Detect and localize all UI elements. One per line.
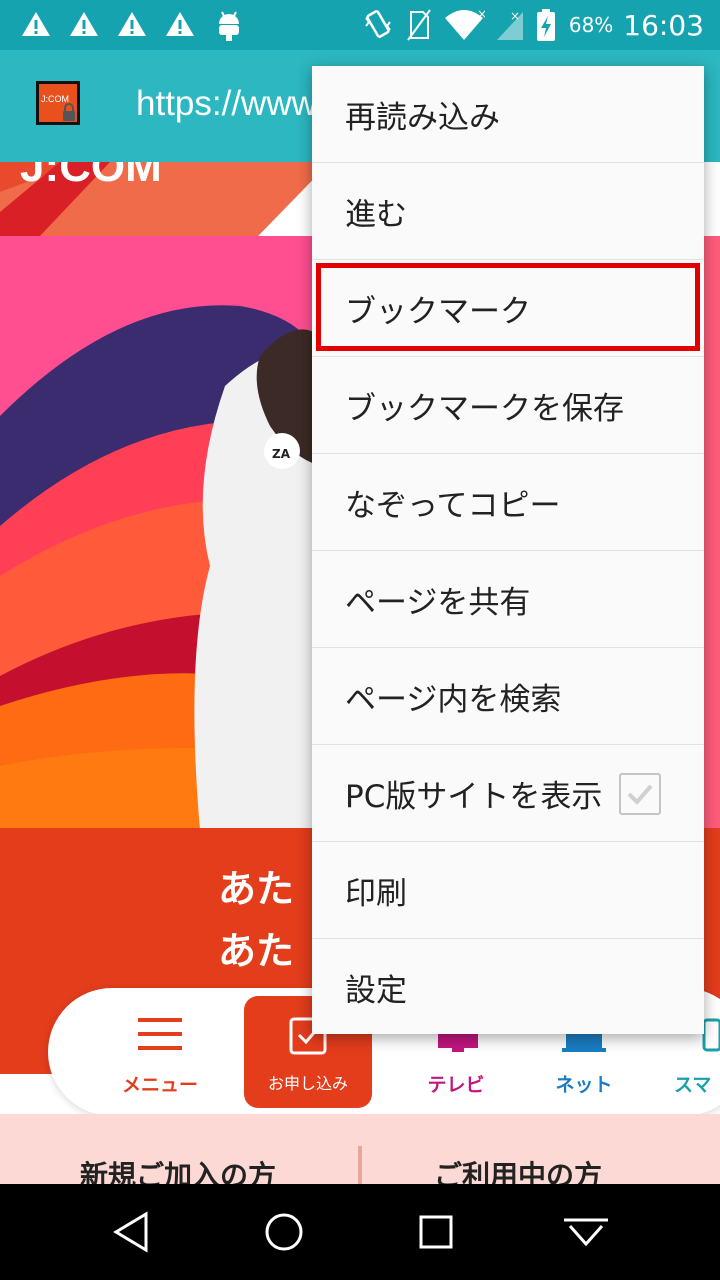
promo-headline-line1: あた [218, 867, 295, 911]
svg-text:×: × [477, 8, 485, 21]
nav-menu-label: メニュー [121, 1074, 198, 1096]
battery-percent: 68% [568, 13, 614, 37]
status-bar: × × 68% 16:03 [0, 0, 720, 50]
signal-icon: × [496, 9, 523, 40]
menu-item-label: 再読み込み [345, 99, 500, 136]
nav-smartphone-label: スマ [674, 1074, 712, 1096]
hamburger-menu-icon [138, 1018, 182, 1050]
menu-item-label: ページ内を検索 [345, 681, 562, 718]
system-nav-bar [0, 1184, 720, 1280]
menu-item-save-bookmark[interactable]: ブックマークを保存 [312, 357, 704, 454]
tab-divider [358, 1146, 362, 1184]
nav-net-label: ネット [555, 1074, 613, 1096]
svg-text:ZA: ZA [272, 447, 291, 461]
promo-headline-line2: あた [218, 929, 295, 973]
menu-item-label: ページを共有 [345, 584, 531, 621]
menu-item-share-page[interactable]: ページを共有 [312, 551, 704, 648]
svg-text:×: × [510, 9, 520, 23]
recent-apps-icon[interactable] [412, 1208, 460, 1256]
back-icon[interactable] [108, 1208, 156, 1256]
site-favicon[interactable]: J:COM [36, 81, 80, 125]
menu-item-reload[interactable]: 再読み込み [312, 66, 704, 163]
no-sim-icon [407, 9, 431, 41]
lock-icon [63, 103, 75, 121]
menu-item-desktop-site[interactable]: PC版サイトを表示 [312, 745, 704, 842]
menu-item-label: 設定 [345, 973, 407, 1009]
warning-icon [70, 12, 98, 36]
clock: 16:03 [623, 8, 704, 42]
menu-item-label: なぞってコピー [345, 487, 561, 524]
desktop-site-checkbox[interactable] [619, 773, 661, 815]
menu-item-print[interactable]: 印刷 [312, 842, 704, 939]
menu-item-label: 印刷 [345, 875, 407, 912]
warning-icon [22, 12, 50, 36]
nav-menu[interactable]: メニュー [112, 988, 208, 1116]
tab-new-customer[interactable]: 新規ご加入の方 [80, 1154, 276, 1184]
tab-existing-customer[interactable]: ご利用中の方 [434, 1154, 602, 1184]
battery-charging-icon [536, 9, 555, 41]
menu-item-label: PC版サイトを表示 [345, 778, 603, 815]
checkmark-icon [627, 784, 653, 805]
jcom-logo: J:COM [20, 162, 162, 191]
menu-item-label: ブックマーク [345, 293, 531, 330]
menu-item-settings[interactable]: 設定 [312, 939, 704, 1036]
menu-item-bookmarks[interactable]: ブックマーク [312, 260, 704, 357]
menu-item-label: 進む [345, 196, 407, 233]
user-type-tabs: 新規ご加入の方 ご利用中の方 [0, 1114, 720, 1184]
hide-keyboard-icon[interactable] [562, 1208, 610, 1256]
menu-item-forward[interactable]: 進む [312, 163, 704, 260]
wifi-icon: × [444, 8, 485, 40]
menu-item-label: ブックマークを保存 [345, 390, 624, 427]
home-icon[interactable] [260, 1208, 308, 1256]
menu-item-find-in-page[interactable]: ページ内を検索 [312, 648, 704, 745]
smartphone-icon [702, 1018, 720, 1052]
nav-tv-label: テレビ [427, 1074, 485, 1096]
warning-icon [166, 12, 194, 36]
browser-overflow-menu: 再読み込み 進む ブックマーク ブックマークを保存 なぞってコピー ページを共有… [312, 66, 704, 1034]
android-icon [219, 11, 239, 41]
warning-icon [118, 12, 146, 36]
menu-item-trace-copy[interactable]: なぞってコピー [312, 454, 704, 551]
vibrate-icon [365, 10, 391, 38]
